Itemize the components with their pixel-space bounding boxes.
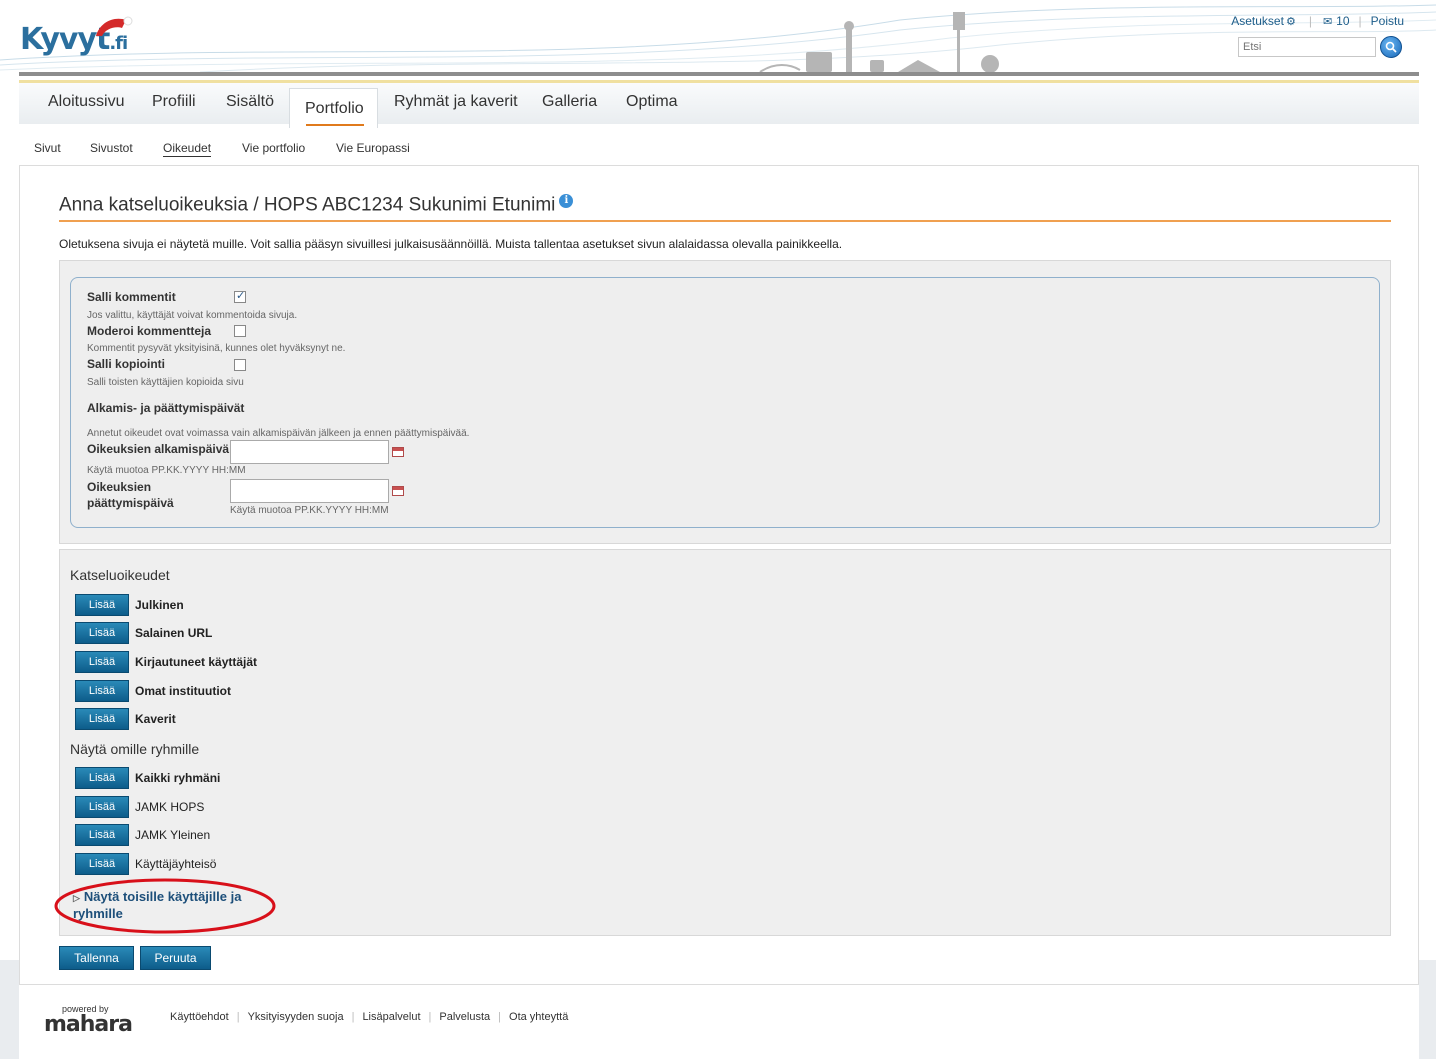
groups-heading: Näytä omille ryhmille — [70, 741, 200, 757]
main-nav: Aloitussivu Profiili Sisältö Portfolio R… — [19, 80, 1419, 128]
info-icon[interactable]: i — [559, 194, 574, 208]
search-input[interactable] — [1238, 37, 1376, 57]
nav-optima[interactable]: Optima — [626, 93, 678, 111]
start-date-label: Oikeuksien alkamispäivä — [87, 442, 230, 456]
cancel-button[interactable]: Peruuta — [140, 946, 211, 970]
end-date-label-line2: päättymispäivä — [87, 496, 174, 510]
messages-count[interactable]: 10 — [1336, 14, 1349, 28]
active-tab-underline — [306, 124, 364, 126]
allow-copy-checkbox[interactable] — [234, 359, 246, 371]
group-item-jamk-yleinen: JAMK Yleinen — [135, 828, 211, 842]
dates-desc: Annetut oikeudet ovat voimassa vain alka… — [87, 428, 470, 439]
site-header: Kyvyt.fi Asetukset ⚙ | ✉ 10 | Poistu — [0, 0, 1436, 80]
calendar-icon[interactable] — [392, 447, 404, 457]
moderate-comments-desc: Kommentit pysyvät yksityisinä, kunnes ol… — [87, 343, 346, 354]
logout-link[interactable]: Poistu — [1371, 14, 1404, 28]
add-secret-url-button[interactable]: Lisää — [75, 622, 129, 644]
intro-text: Oletuksena sivuja ei näytetä muille. Voi… — [59, 237, 843, 251]
separator: | — [498, 1011, 502, 1023]
santa-hat-icon — [96, 16, 133, 36]
allow-copy-desc: Salli toisten käyttäjien kopioida sivu — [87, 377, 244, 388]
footer-link-privacy[interactable]: Yksityisyyden suoja — [248, 1011, 344, 1023]
footer-link-terms[interactable]: Käyttöehdot — [170, 1011, 229, 1023]
footer-links: Käyttöehdot | Yksityisyyden suoja | Lisä… — [170, 1011, 568, 1023]
subnav-sivut[interactable]: Sivut — [34, 141, 61, 155]
title-rule — [59, 220, 1391, 222]
end-date-hint: Käytä muotoa PP.KK.YYYY HH:MM — [230, 505, 389, 516]
access-item-logged-in: Kirjautuneet käyttäjät — [135, 655, 258, 669]
separator: | — [236, 1011, 240, 1023]
nav-galleria[interactable]: Galleria — [542, 93, 597, 111]
end-date-input[interactable] — [230, 479, 389, 503]
footer-link-services[interactable]: Lisäpalvelut — [362, 1011, 420, 1023]
subnav-vie-portfolio[interactable]: Vie portfolio — [242, 141, 305, 155]
nav-profiili[interactable]: Profiili — [152, 93, 196, 111]
access-item-institutions: Omat instituutiot — [135, 684, 231, 698]
add-jamk-hops-button[interactable]: Lisää — [75, 796, 129, 818]
access-item-friends: Kaverit — [135, 712, 176, 726]
nav-portfolio-label: Portfolio — [305, 100, 364, 117]
access-item-secret-url: Salainen URL — [135, 626, 213, 640]
nav-ryhmat[interactable]: Ryhmät ja kaverit — [394, 93, 518, 111]
header-wave-decoration — [0, 4, 1436, 73]
allow-comments-label: Salli kommentit — [87, 290, 176, 304]
search-button[interactable] — [1380, 36, 1402, 58]
add-all-groups-button[interactable]: Lisää — [75, 767, 129, 789]
separator: | — [351, 1011, 355, 1023]
add-kayttajayhteiso-button[interactable]: Lisää — [75, 853, 129, 875]
separator: | — [1308, 14, 1312, 28]
allow-comments-checkbox[interactable] — [234, 289, 246, 303]
access-heading: Katseluoikeudet — [70, 567, 170, 583]
nav-sisalto[interactable]: Sisältö — [226, 93, 274, 111]
footer-link-contact[interactable]: Ota yhteyttä — [509, 1011, 568, 1023]
group-item-jamk-hops: JAMK HOPS — [135, 800, 205, 814]
add-jamk-yleinen-button[interactable]: Lisää — [75, 824, 129, 846]
subnav-oikeudet[interactable]: Oikeudet — [163, 141, 212, 157]
end-date-label-line1: Oikeuksien — [87, 480, 152, 494]
gear-icon: ⚙ — [1285, 15, 1296, 28]
subnav-vie-europassi[interactable]: Vie Europassi — [336, 141, 410, 155]
add-institutions-button[interactable]: Lisää — [75, 680, 129, 702]
nav-aloitussivu[interactable]: Aloitussivu — [48, 93, 124, 111]
nav-portfolio[interactable]: Portfolio — [289, 88, 378, 128]
footer-link-about[interactable]: Palvelusta — [439, 1011, 490, 1023]
calendar-icon[interactable] — [392, 486, 404, 496]
access-item-public: Julkinen — [135, 598, 184, 612]
add-logged-in-button[interactable]: Lisää — [75, 651, 129, 673]
separator: | — [1358, 14, 1362, 28]
dates-heading: Alkamis- ja päättymispäivät — [87, 401, 245, 415]
header-rule — [19, 72, 1419, 76]
expand-triangle-icon: ▷ — [73, 893, 80, 903]
settings-link[interactable]: Asetukset — [1231, 14, 1284, 28]
separator: | — [428, 1011, 432, 1023]
allow-comments-desc: Jos valittu, käyttäjät voivat kommentoid… — [87, 310, 298, 321]
allow-copy-label: Salli kopiointi — [87, 357, 166, 371]
start-date-hint: Käytä muotoa PP.KK.YYYY HH:MM — [87, 465, 246, 476]
save-button[interactable]: Tallenna — [59, 946, 134, 970]
add-public-button[interactable]: Lisää — [75, 594, 129, 616]
moderate-comments-checkbox[interactable] — [234, 325, 246, 337]
top-links: Asetukset ⚙ | ✉ 10 | Poistu — [1231, 14, 1404, 28]
group-item-all: Kaikki ryhmäni — [135, 771, 221, 785]
page-title: Anna katseluoikeuksia / HOPS ABC1234 Suk… — [59, 194, 574, 216]
show-others-toggle[interactable]: ▷ Näytä toisille käyttäjille ja ryhmille — [73, 889, 273, 922]
mail-icon[interactable]: ✉ — [1323, 15, 1332, 28]
start-date-input[interactable] — [230, 440, 389, 464]
add-friends-button[interactable]: Lisää — [75, 708, 129, 730]
moderate-comments-label: Moderoi kommentteja — [87, 324, 212, 338]
group-item-kayttajayhteiso: Käyttäjäyhteisö — [135, 857, 217, 871]
subnav-sivustot[interactable]: Sivustot — [90, 141, 133, 155]
search-row — [1238, 36, 1402, 58]
mahara-logo[interactable]: mahara — [44, 1012, 133, 1037]
search-icon — [1385, 41, 1397, 53]
